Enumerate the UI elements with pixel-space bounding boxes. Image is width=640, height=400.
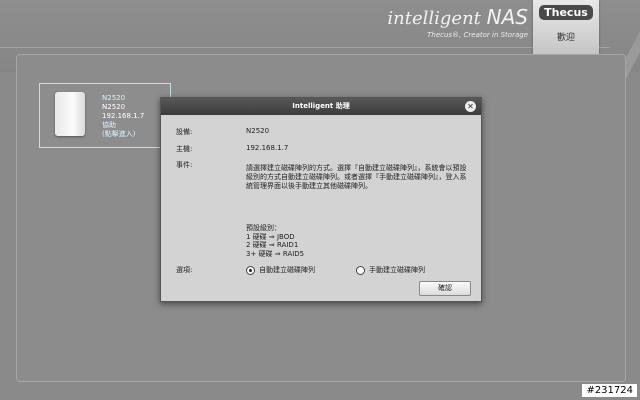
level-2: 2 硬碟 ⇒ RAID1 [246,241,299,249]
option-auto-label: 自動建立磁碟陣列 [259,266,315,274]
levels-title: 預設級別： [246,224,281,232]
device-status: 協助 [102,121,116,129]
option-auto[interactable]: 自動建立磁碟陣列 [246,265,315,275]
level-3: 3+ 硬碟 ⇒ RAID5 [246,249,305,258]
device-label: 設備: [176,128,193,136]
device-link[interactable]: (點擊進入) [102,130,144,139]
dialog-title-suffix: 助理 [335,102,350,110]
assistant-dialog: Intelligent 助理 ✕ 設備: N2520 主機: 192.168.1… [160,97,482,302]
event-text: 請選擇建立磁碟陣列的方式。選擇『自動建立磁碟陣列』，系統會以預設級別的方式自動建… [246,164,467,190]
header-divider [0,47,610,48]
device-model: N2520 [102,103,126,111]
welcome-label: 歡迎 [556,33,575,43]
close-icon[interactable]: ✕ [465,101,476,112]
device-name: N2520 [102,94,126,102]
confirm-button[interactable]: 確認 [419,281,471,296]
host-value: 192.168.1.7 [246,144,289,152]
device-value: N2520 [246,127,270,135]
thecus-logo: Thecus [539,5,593,20]
device-info: N2520 N2520 192.168.1.7 協助 (點擊進入) [102,94,144,139]
brand-title: intelligent NAS [387,6,528,30]
option-manual[interactable]: 手動建立磁碟陣列 [356,265,425,275]
dialog-title: Intelligent 助理 [161,101,481,111]
default-levels: 預設級別： 1 硬碟 ⇒ JBOD 2 硬碟 ⇒ RAID1 3+ 硬碟 ⇒ R… [246,224,304,258]
brand-nas: NAS [486,5,528,29]
option-manual-label: 手動建立磁碟陣列 [369,266,425,274]
id-badge: #231724 [582,384,637,397]
device-card[interactable]: N2520 N2520 192.168.1.7 協助 (點擊進入) [39,83,171,148]
nas-device-icon [55,92,85,136]
brand-italic: intelligent [387,8,481,29]
brand-subtitle: Thecus®, Creator in Storage [427,31,528,39]
brand: intelligent NAS Thecus®, Creator in Stor… [387,6,528,39]
device-ip: 192.168.1.7 [102,112,145,120]
option-label: 選項: [176,266,193,274]
level-1: 1 硬碟 ⇒ JBOD [246,232,295,241]
dialog-header: Intelligent 助理 ✕ [161,98,481,115]
radio-manual[interactable] [356,265,365,275]
radio-auto[interactable] [246,265,255,275]
dialog-title-prefix: Intelligent [292,102,334,110]
event-label: 事件: [176,161,193,169]
dialog-body: 設備: N2520 主機: 192.168.1.7 事件: 請選擇建立磁碟陣列的… [161,115,481,301]
host-label: 主機: [176,145,193,153]
